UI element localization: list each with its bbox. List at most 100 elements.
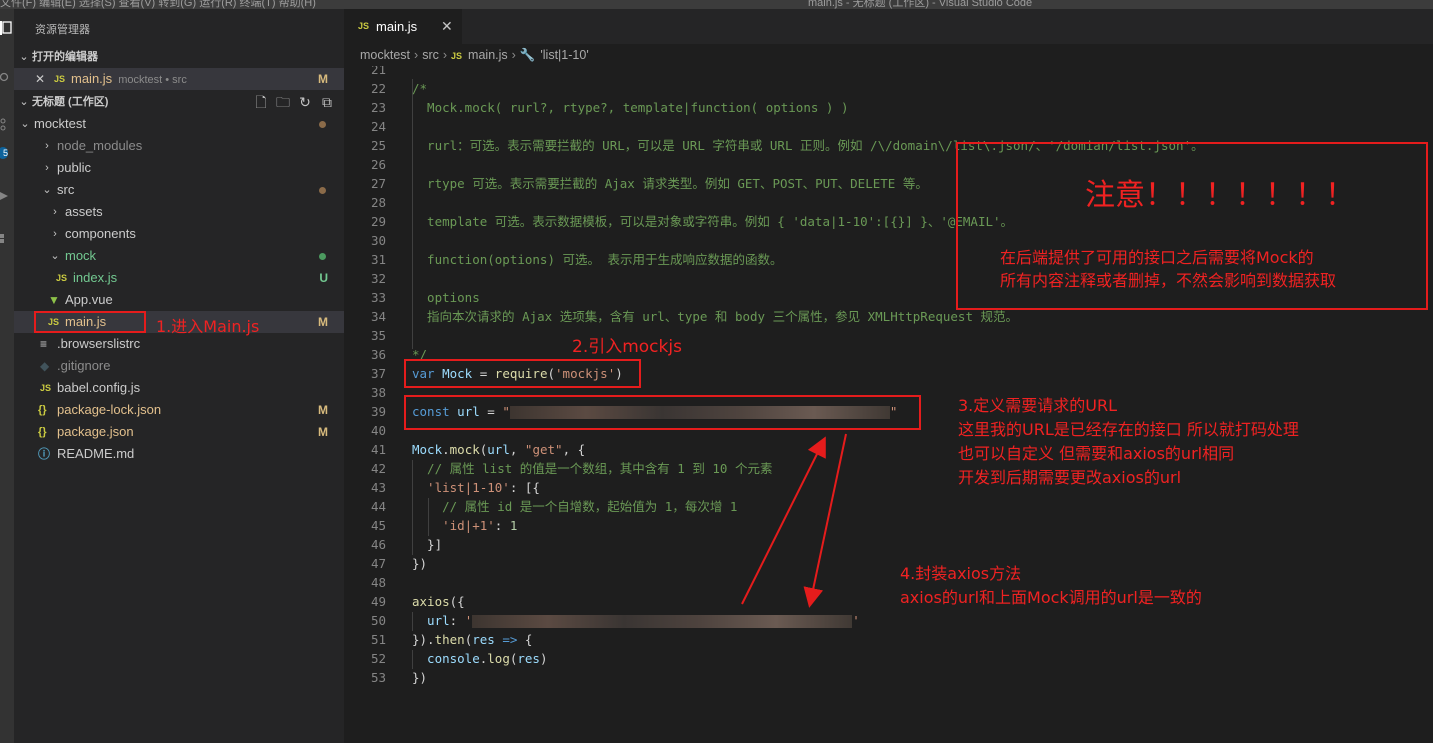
tree-folder-public[interactable]: › public <box>14 157 344 179</box>
chevron-right-icon: › <box>442 48 448 62</box>
modified-dot <box>319 187 326 194</box>
vue-file-icon: ▼ <box>48 293 60 307</box>
source-control-icon[interactable] <box>0 117 10 131</box>
code-line-42: // 属性 list 的值是一个数组，其中含有 1 到 10 个元素 <box>412 461 773 476</box>
chevron-right-icon: › <box>53 228 57 240</box>
tree-file-package-json[interactable]: {} package.json M <box>14 421 344 443</box>
line-number: 35 <box>370 328 386 343</box>
status-badge: U <box>319 271 328 285</box>
tree-folder-mocktest[interactable]: ⌄ mocktest <box>14 113 344 135</box>
code-line-29: template 可选。表示数据模板，可以是对象或字符串。例如 { 'data|… <box>412 214 1014 229</box>
chevron-down-icon: ⌄ <box>19 51 29 63</box>
open-editor-path: mocktest • src <box>118 74 187 86</box>
code-line-46: }] <box>412 537 443 552</box>
close-icon[interactable]: ✕ <box>35 68 45 90</box>
chevron-down-icon: ⌄ <box>50 250 60 262</box>
line-number: 47 <box>370 556 386 571</box>
line-number: 52 <box>370 651 386 666</box>
tree-folder-node-modules[interactable]: › node_modules <box>14 135 344 157</box>
code-line-50: url: ' ' <box>412 613 860 628</box>
chevron-right-icon: › <box>414 48 419 62</box>
editor-tab-bar: JS main.js ✕ <box>344 9 1433 44</box>
code-line-43: 'list|1-10': [{ <box>412 480 540 495</box>
tree-file-index-js[interactable]: JS index.js U <box>14 267 344 289</box>
menu-bar[interactable]: 文件(F) 编辑(E) 选择(S) 查看(V) 转到(G) 运行(R) 终端(T… <box>0 0 316 9</box>
line-number: 24 <box>370 119 386 134</box>
extensions-icon[interactable] <box>0 231 10 245</box>
close-icon[interactable]: ✕ <box>441 9 453 44</box>
code-line-47: }) <box>412 556 428 571</box>
collapse-all-icon[interactable]: ⧉ <box>316 91 338 113</box>
breadcrumb-root[interactable]: mocktest <box>360 44 410 66</box>
workspace-header[interactable]: ⌄ 无标题 (工作区) 🗋 🗀 ↻ ⧉ <box>16 91 344 113</box>
line-number: 41 <box>370 442 386 457</box>
js-file-icon: JS <box>40 383 52 393</box>
line-number: 42 <box>370 461 386 476</box>
code-line-45: 'id|+1': 1 <box>412 518 518 533</box>
title-bar: 文件(F) 编辑(E) 选择(S) 查看(V) 转到(G) 运行(R) 终端(T… <box>0 0 1433 9</box>
explorer-icon[interactable] <box>0 21 12 35</box>
run-debug-icon[interactable] <box>0 189 10 203</box>
status-badge: M <box>318 403 328 417</box>
line-number: 31 <box>370 252 386 267</box>
tree-folder-mock[interactable]: ⌄ mock <box>14 245 344 267</box>
breadcrumb-folder[interactable]: src <box>422 44 439 66</box>
line-number: 40 <box>370 423 386 438</box>
line-number: 37 <box>370 366 386 381</box>
tree-file-app-vue[interactable]: ▼ App.vue <box>14 289 344 311</box>
json-file-icon: {} <box>38 404 47 416</box>
refresh-icon[interactable]: ↻ <box>294 91 316 113</box>
json-file-icon: {} <box>38 426 47 438</box>
tree-file-gitignore[interactable]: ◆ .gitignore <box>14 355 344 377</box>
tree-folder-src[interactable]: ⌄ src <box>14 179 344 201</box>
open-editors-header[interactable]: ⌄ 打开的编辑器 <box>16 46 344 68</box>
chevron-right-icon: › <box>53 206 57 218</box>
line-number: 36 <box>370 347 386 362</box>
js-file-icon: JS <box>56 273 68 283</box>
line-number: 49 <box>370 594 386 609</box>
config-file-icon: ≡ <box>40 337 48 351</box>
line-number: 30 <box>370 233 386 248</box>
breadcrumb-symbol[interactable]: 'list|1-10' <box>540 44 588 66</box>
tree-file-babel-config[interactable]: JS babel.config.js <box>14 377 344 399</box>
status-badge: M <box>318 315 328 329</box>
code-line-49: axios({ <box>412 594 465 609</box>
line-number: 48 <box>370 575 386 590</box>
annotation-step-1: 1.进入Main.js <box>156 317 260 336</box>
chevron-down-icon: ⌄ <box>19 96 29 108</box>
code-line-31: function(options) 可选。 表示用于生成响应数据的函数。 <box>412 252 783 267</box>
line-number: 39 <box>370 404 386 419</box>
new-file-icon[interactable]: 🗋 <box>250 91 272 113</box>
line-number: 46 <box>370 537 386 552</box>
line-number: 43 <box>370 480 386 495</box>
annotation-step-2: 2.引入mockjs <box>572 337 682 357</box>
tree-folder-assets[interactable]: › assets <box>14 201 344 223</box>
highlight-box-url <box>404 395 921 430</box>
new-folder-icon[interactable]: 🗀 <box>272 91 294 113</box>
line-number: 38 <box>370 385 386 400</box>
tree-file-readme[interactable]: ⓘ README.md <box>14 443 344 465</box>
explorer-sidebar: 资源管理器 ⌄ 打开的编辑器 ✕ JS main.js mocktest • src… <box>14 9 344 743</box>
explorer-title: 资源管理器 <box>35 24 90 36</box>
js-file-icon: JS <box>358 21 370 31</box>
code-line-53: }) <box>412 670 428 685</box>
tree-folder-components[interactable]: › components <box>14 223 344 245</box>
chevron-right-icon: › <box>45 140 49 152</box>
tab-main-js[interactable]: JS main.js ✕ <box>344 9 462 44</box>
open-editor-item-main-js[interactable]: ✕ JS main.js mocktest • src M <box>14 68 344 90</box>
breadcrumb-file[interactable]: main.js <box>468 44 508 66</box>
tree-file-package-lock[interactable]: {} package-lock.json M <box>14 399 344 421</box>
activity-bar: 5 <box>0 9 14 743</box>
git-file-icon: ◆ <box>40 359 50 373</box>
code-line-41: Mock.mock(url, "get", { <box>412 442 586 457</box>
info-icon: ⓘ <box>38 447 51 461</box>
line-number: 21 <box>370 66 386 77</box>
line-number: 53 <box>370 670 386 685</box>
search-icon[interactable] <box>0 71 10 85</box>
warning-note-title: 注意！！！！！！！ <box>1085 178 1355 213</box>
redacted-url <box>472 615 853 628</box>
code-line-27: rtype 可选。表示需要拦截的 Ajax 请求类型。例如 GET、POST、P… <box>412 176 928 191</box>
line-number: 26 <box>370 157 386 172</box>
window-title: main.js - 无标题 (工作区) - Visual Studio Code <box>808 0 1033 9</box>
chevron-right-icon: › <box>45 162 49 174</box>
